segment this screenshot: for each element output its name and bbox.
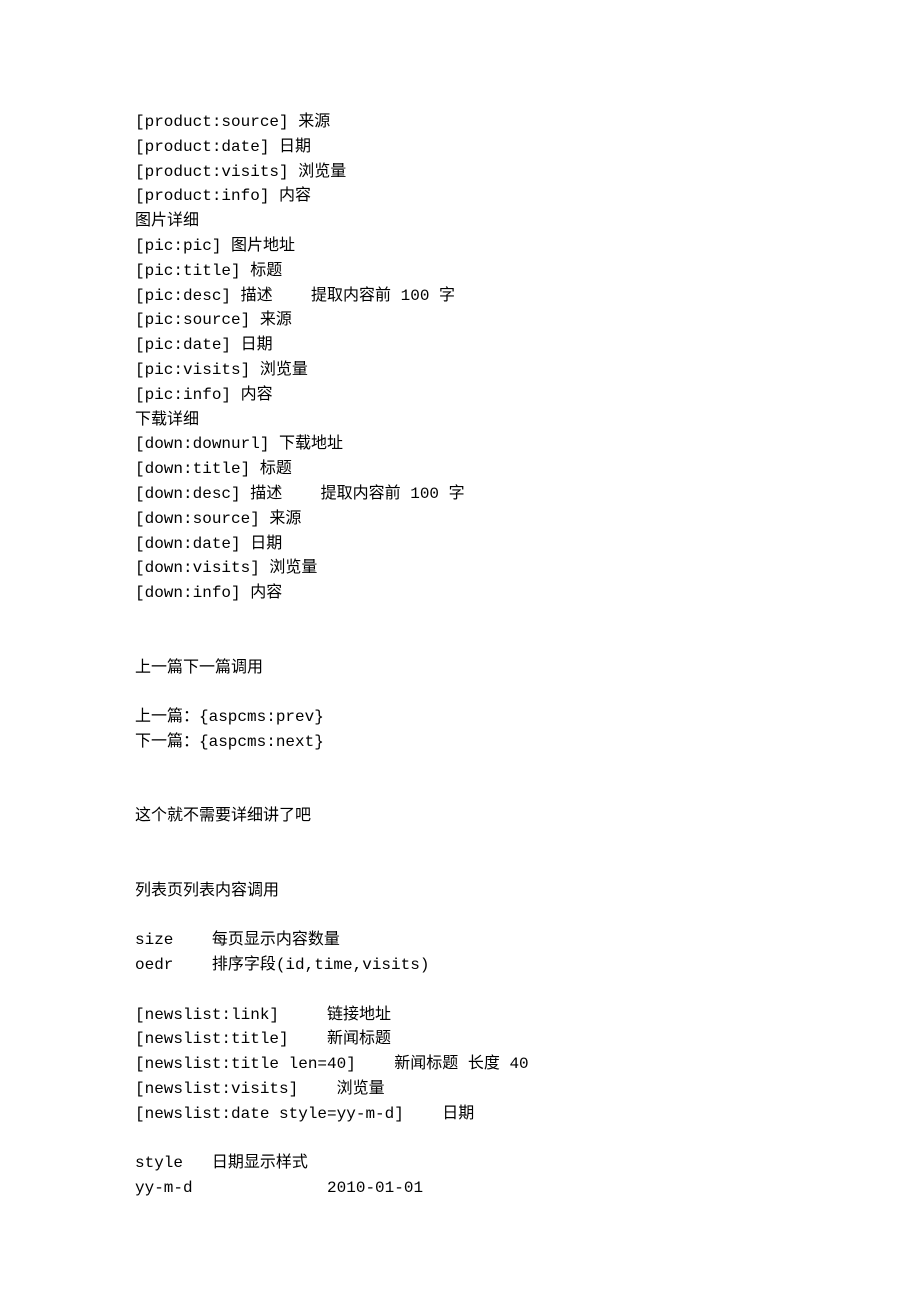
text-line: size 每页显示内容数量 [135,928,785,953]
text-line: [pic:pic] 图片地址 [135,234,785,259]
text-line: 上一篇：{aspcms:prev} [135,705,785,730]
text-line: [down:title] 标题 [135,457,785,482]
text-line: 下一篇：{aspcms:next} [135,730,785,755]
text-line: [product:source] 来源 [135,110,785,135]
text-line: [newslist:link] 链接地址 [135,1003,785,1028]
text-line: 这个就不需要详细讲了吧 [135,804,785,829]
blank-line [135,680,785,705]
text-line: [pic:info] 内容 [135,383,785,408]
text-line: [newslist:date style=yy-m-d] 日期 [135,1102,785,1127]
text-line: [down:source] 来源 [135,507,785,532]
text-line: style 日期显示样式 [135,1151,785,1176]
text-line: [product:visits] 浏览量 [135,160,785,185]
text-line: 图片详细 [135,209,785,234]
text-line: oedr 排序字段(id,time,visits) [135,953,785,978]
text-line: 上一篇下一篇调用 [135,656,785,681]
text-line: [product:info] 内容 [135,184,785,209]
document-page: [product:source] 来源 [product:date] 日期 [p… [0,0,920,1302]
text-line: [pic:title] 标题 [135,259,785,284]
text-line: yy-m-d 2010-01-01 [135,1176,785,1201]
text-line: [down:date] 日期 [135,532,785,557]
text-line: [down:visits] 浏览量 [135,556,785,581]
text-line: [product:date] 日期 [135,135,785,160]
blank-line [135,904,785,929]
text-line: 下载详细 [135,408,785,433]
text-line: [pic:date] 日期 [135,333,785,358]
text-line: [pic:visits] 浏览量 [135,358,785,383]
text-line: [newslist:visits] 浏览量 [135,1077,785,1102]
blank-line [135,755,785,780]
blank-line [135,631,785,656]
text-line: [pic:source] 来源 [135,308,785,333]
text-line: [down:desc] 描述 提取内容前 100 字 [135,482,785,507]
blank-line [135,1127,785,1152]
blank-line [135,780,785,805]
text-line: [down:downurl] 下载地址 [135,432,785,457]
text-line: [newslist:title] 新闻标题 [135,1027,785,1052]
text-line: [down:info] 内容 [135,581,785,606]
blank-line [135,854,785,879]
text-line: 列表页列表内容调用 [135,879,785,904]
blank-line [135,606,785,631]
text-line: [newslist:title len=40] 新闻标题 长度 40 [135,1052,785,1077]
text-line: [pic:desc] 描述 提取内容前 100 字 [135,284,785,309]
blank-line [135,978,785,1003]
blank-line [135,829,785,854]
